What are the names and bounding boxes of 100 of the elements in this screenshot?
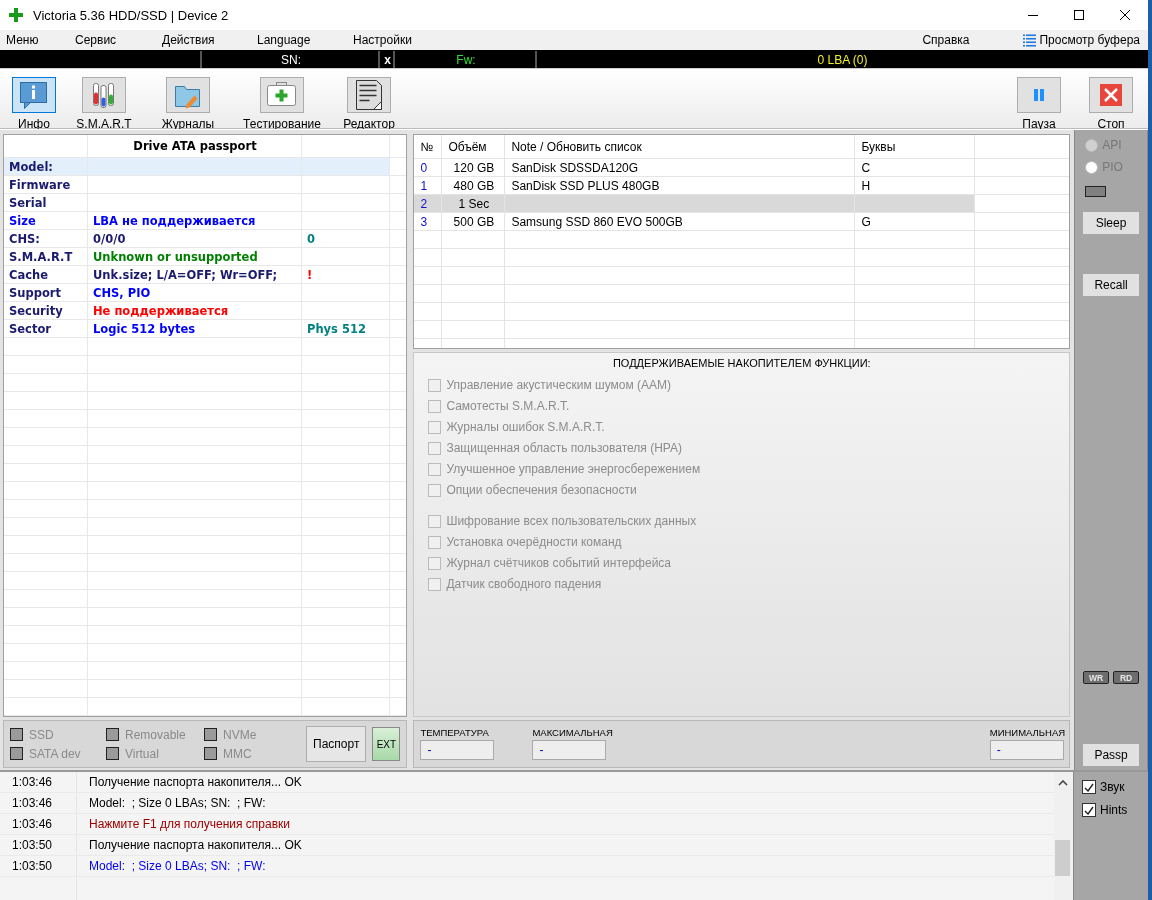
side-button[interactable]: Sleep [1083, 212, 1140, 234]
menu-item[interactable]: Сервис [75, 33, 156, 47]
menu-item[interactable]: Настройки [353, 33, 433, 47]
indicator-label: MMC [223, 746, 252, 761]
table-cell: 1 Sec [458, 196, 490, 211]
table-row[interactable]: Support CHS, PIO [4, 284, 407, 302]
temperature-label: МИНИМАЛЬНАЯ [989, 727, 1066, 738]
clear-mark: x [384, 52, 391, 67]
field-label: Firmware [9, 177, 71, 192]
app-icon [9, 8, 23, 22]
test-tubes-icon [93, 83, 114, 108]
passp-button[interactable]: Passp [1083, 744, 1140, 766]
table-cell: 1 [420, 178, 428, 193]
scrollbar-thumb[interactable] [1055, 840, 1070, 876]
document-icon [356, 80, 382, 110]
log-message: Нажмите F1 для получения справки [88, 817, 291, 831]
status-led [1085, 186, 1107, 197]
option-checkbox[interactable]: Hints [1082, 803, 1128, 817]
activity-indicator: WR [1083, 671, 1110, 684]
table-row[interactable]: S.M.A.R.T Unknown or unsupported [4, 248, 407, 266]
temperature-label: ТЕМПЕРАТУРА [420, 727, 490, 738]
stop-icon [1099, 83, 1122, 106]
toolbar-button[interactable]: Редактор [334, 69, 404, 131]
table-row[interactable]: 3 500 GB Samsung SSD 860 EVO 500GB G [414, 213, 1070, 231]
table-cell: Samsung SSD 860 EVO 500GB [511, 214, 683, 229]
column-header[interactable]: Note / Обновить список [511, 139, 642, 154]
table-row[interactable]: Cache Unk.size; L/A=OFF; Wr=OFF; ! [4, 266, 407, 284]
log-time: 1:03:46 [11, 775, 54, 789]
buffer-button[interactable]: Просмотр буфера [1023, 33, 1140, 47]
toolbar-button[interactable]: Стоп [1080, 69, 1142, 131]
fw-label: Fw: [456, 52, 476, 67]
field-label: CHS: [9, 231, 40, 246]
menu-item[interactable]: Language [257, 33, 347, 47]
option-checkbox[interactable]: Звук [1082, 780, 1125, 794]
table-row[interactable]: Firmware [4, 176, 407, 194]
minimize-icon [1028, 14, 1038, 16]
table-row[interactable]: Serial [4, 194, 407, 212]
field-label: Size [9, 213, 36, 228]
toolbar-button[interactable]: Инфо [6, 69, 62, 131]
log-message: Model: ; Size 0 LBAs; SN: ; FW: [88, 796, 266, 810]
log-time: 1:03:46 [11, 796, 54, 810]
column-header[interactable]: Объём [448, 139, 487, 154]
indicator-label: SATA dev [29, 746, 81, 761]
field-value: Не поддерживается [93, 303, 229, 318]
scroll-up-icon [1057, 780, 1068, 786]
table-cell: 2 [420, 196, 428, 211]
field-label: Cache [9, 267, 48, 282]
indicator-label: NVMe [223, 727, 257, 742]
column-header[interactable]: Буквы [861, 139, 896, 154]
log-time: 1:03:50 [11, 838, 54, 852]
folder-icon [175, 86, 200, 109]
indicator-label: Virtual [125, 746, 159, 761]
field-label: Support [9, 285, 61, 300]
ext-button[interactable]: EXT [372, 727, 401, 761]
table-title: Drive ATA passport [133, 139, 257, 153]
field-extra: Phys 512 [307, 321, 366, 336]
table-row[interactable]: 0 120 GB SanDisk SDSSDA120G C [414, 159, 1070, 177]
check-icon [1084, 782, 1094, 792]
toolbar-button[interactable]: Пауза [1008, 69, 1070, 131]
table-cell: H [861, 178, 871, 193]
field-value: LBA не поддерживается [93, 213, 256, 228]
pause-icon [1033, 88, 1044, 101]
indicator-label: Removable [125, 727, 186, 742]
table-row[interactable]: Size LBA не поддерживается [4, 212, 407, 230]
check-icon [1084, 805, 1094, 815]
temperature-field: - [989, 740, 1064, 760]
field-label: Model: [9, 159, 53, 174]
toolbar-button[interactable]: Журналы [146, 69, 230, 131]
table-row[interactable]: Model: [4, 158, 407, 176]
field-extra: 0 [307, 231, 315, 246]
toolbar-button[interactable]: S.M.A.R.T [64, 69, 144, 131]
log-time: 1:03:46 [11, 817, 54, 831]
table-row[interactable]: Security Не поддерживается [4, 302, 407, 320]
activity-indicator: RD [1113, 671, 1140, 684]
lba-counter: 0 LBA (0) [817, 52, 868, 67]
passport-button[interactable]: Паспорт [306, 726, 367, 762]
table-cell: 500 GB [453, 214, 495, 229]
table-cell: G [861, 214, 871, 229]
side-button[interactable]: Recall [1083, 274, 1140, 296]
table-cell: 0 [420, 160, 428, 175]
log-time: 1:03:50 [11, 859, 54, 873]
field-label: S.M.A.R.T [9, 249, 73, 264]
table-row[interactable]: 2 1 Sec [414, 195, 1070, 213]
temperature-label: МАКСИМАЛЬНАЯ [532, 727, 613, 738]
field-label: Serial [9, 195, 47, 210]
log-message: Получение паспорта накопителя... OK [88, 775, 302, 789]
close-icon [1120, 10, 1130, 20]
menu-item[interactable]: Действия [162, 33, 251, 47]
field-label: Sector [9, 321, 51, 336]
table-cell: 3 [420, 214, 428, 229]
field-value: Unknown or unsupported [93, 249, 258, 264]
table-row[interactable]: CHS: 0/0/0 0 [4, 230, 407, 248]
table-row[interactable]: Sector Logic 512 bytes Phys 512 [4, 320, 407, 338]
menu-item[interactable]: Справка [922, 33, 970, 47]
list-icon [1023, 33, 1037, 47]
table-cell: 480 GB [453, 178, 495, 193]
table-row[interactable]: 1 480 GB SanDisk SSD PLUS 480GB H [414, 177, 1070, 195]
menu-item[interactable]: Меню [6, 33, 69, 47]
table-cell: C [861, 160, 871, 175]
column-header[interactable]: № [420, 139, 434, 154]
